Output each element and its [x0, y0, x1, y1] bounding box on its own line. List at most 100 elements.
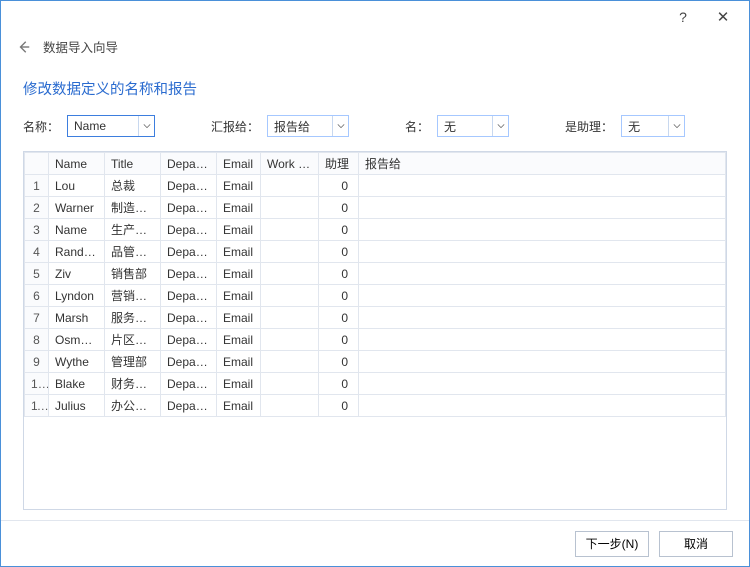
cell-email: Email	[217, 395, 261, 417]
cell-email: Email	[217, 241, 261, 263]
cell-assistant: 0	[319, 219, 359, 241]
cell-name: Marsh	[49, 307, 105, 329]
cell-name: Blake	[49, 373, 105, 395]
cell-report-to	[359, 395, 726, 417]
col-name[interactable]: Name	[49, 153, 105, 175]
cell-name: Osmond	[49, 329, 105, 351]
cell-department: Depart...	[161, 219, 217, 241]
table-row[interactable]: 9Wythe管理部Depart...Email0	[25, 351, 726, 373]
report-to-combo-value: 报告给	[268, 118, 332, 135]
cell-work-phone	[261, 285, 319, 307]
cell-email: Email	[217, 285, 261, 307]
col-assistant[interactable]: 助理	[319, 153, 359, 175]
table-row[interactable]: 8Osmond片区部...Depart...Email0	[25, 329, 726, 351]
col-work-phone[interactable]: Work Ph	[261, 153, 319, 175]
cell-email: Email	[217, 219, 261, 241]
col-report-to[interactable]: 报告给	[359, 153, 726, 175]
row-number: 11	[25, 395, 49, 417]
first-name-label: 名：	[405, 118, 429, 135]
col-title[interactable]: Title	[105, 153, 161, 175]
cell-title: 营销部...	[105, 285, 161, 307]
close-button[interactable]: ✕	[703, 3, 743, 31]
cell-name: Wythe	[49, 351, 105, 373]
report-to-combo[interactable]: 报告给	[267, 115, 349, 137]
cell-title: 财务部...	[105, 373, 161, 395]
grid-header-row: Name Title Departm Email Work Ph 助理 报告给	[25, 153, 726, 175]
cell-department: Depart...	[161, 351, 217, 373]
col-rownum[interactable]	[25, 153, 49, 175]
cell-email: Email	[217, 175, 261, 197]
table-row[interactable]: 11Julius办公室...Depart...Email0	[25, 395, 726, 417]
cell-work-phone	[261, 329, 319, 351]
next-button[interactable]: 下一步(N)	[575, 531, 649, 557]
cell-email: Email	[217, 197, 261, 219]
cell-report-to	[359, 329, 726, 351]
back-arrow-icon	[17, 40, 31, 54]
cell-assistant: 0	[319, 197, 359, 219]
cell-department: Depart...	[161, 373, 217, 395]
cell-name: Lou	[49, 175, 105, 197]
row-number: 3	[25, 219, 49, 241]
cell-title: 生产部...	[105, 219, 161, 241]
col-department[interactable]: Departm	[161, 153, 217, 175]
row-number: 8	[25, 329, 49, 351]
row-number: 5	[25, 263, 49, 285]
titlebar: ? ✕	[1, 1, 749, 33]
cell-work-phone	[261, 241, 319, 263]
col-email[interactable]: Email	[217, 153, 261, 175]
field-mapping-row: 名称： Name 汇报给： 报告给 名： 无 是助理： 无	[23, 115, 727, 137]
footer: 下一步(N) 取消	[1, 520, 749, 566]
cell-title: 总裁	[105, 175, 161, 197]
cell-work-phone	[261, 175, 319, 197]
row-number: 1	[25, 175, 49, 197]
cell-assistant: 0	[319, 307, 359, 329]
table-row[interactable]: 7Marsh服务部...Depart...Email0	[25, 307, 726, 329]
first-name-combo[interactable]: 无	[437, 115, 509, 137]
help-button[interactable]: ?	[663, 3, 703, 31]
table-row[interactable]: 6Lyndon营销部...Depart...Email0	[25, 285, 726, 307]
report-to-label: 汇报给：	[211, 118, 259, 135]
content-area: 修改数据定义的名称和报告 名称： Name 汇报给： 报告给 名： 无 是助理：	[1, 64, 749, 520]
cell-name: Julius	[49, 395, 105, 417]
cell-name: Ziv	[49, 263, 105, 285]
cell-name: Name	[49, 219, 105, 241]
cell-department: Depart...	[161, 395, 217, 417]
cell-department: Depart...	[161, 197, 217, 219]
cell-report-to	[359, 351, 726, 373]
cell-title: 管理部	[105, 351, 161, 373]
cell-work-phone	[261, 395, 319, 417]
table-row[interactable]: 10Blake财务部...Depart...Email0	[25, 373, 726, 395]
cell-department: Depart...	[161, 307, 217, 329]
back-button[interactable]	[15, 38, 33, 56]
cell-work-phone	[261, 351, 319, 373]
cell-department: Depart...	[161, 175, 217, 197]
table-row[interactable]: 4Randol...品管部...Depart...Email0	[25, 241, 726, 263]
cell-department: Depart...	[161, 329, 217, 351]
name-combo[interactable]: Name	[67, 115, 155, 137]
cell-report-to	[359, 373, 726, 395]
page-heading: 修改数据定义的名称和报告	[23, 64, 727, 115]
table-row[interactable]: 2Warner制造部...Depart...Email0	[25, 197, 726, 219]
is-assistant-combo[interactable]: 无	[621, 115, 685, 137]
cell-email: Email	[217, 329, 261, 351]
cell-work-phone	[261, 373, 319, 395]
chevron-down-icon	[492, 116, 508, 136]
cell-assistant: 0	[319, 263, 359, 285]
row-number: 2	[25, 197, 49, 219]
table-row[interactable]: 1Lou总裁Depart...Email 0	[25, 175, 726, 197]
table-row[interactable]: 5Ziv销售部Depart...Email0	[25, 263, 726, 285]
name-label: 名称：	[23, 118, 59, 135]
cell-assistant: 0	[319, 395, 359, 417]
cell-assistant: 0	[319, 175, 359, 197]
is-assistant-combo-value: 无	[622, 118, 668, 135]
cell-title: 片区部...	[105, 329, 161, 351]
data-grid-container[interactable]: Name Title Departm Email Work Ph 助理 报告给 …	[23, 151, 727, 510]
header-row: 数据导入向导	[1, 33, 749, 64]
cell-assistant: 0	[319, 285, 359, 307]
row-number: 9	[25, 351, 49, 373]
cell-report-to	[359, 219, 726, 241]
cancel-button[interactable]: 取消	[659, 531, 733, 557]
cell-name: Lyndon	[49, 285, 105, 307]
cell-title: 服务部...	[105, 307, 161, 329]
table-row[interactable]: 3Name生产部...Depart...Email 0	[25, 219, 726, 241]
